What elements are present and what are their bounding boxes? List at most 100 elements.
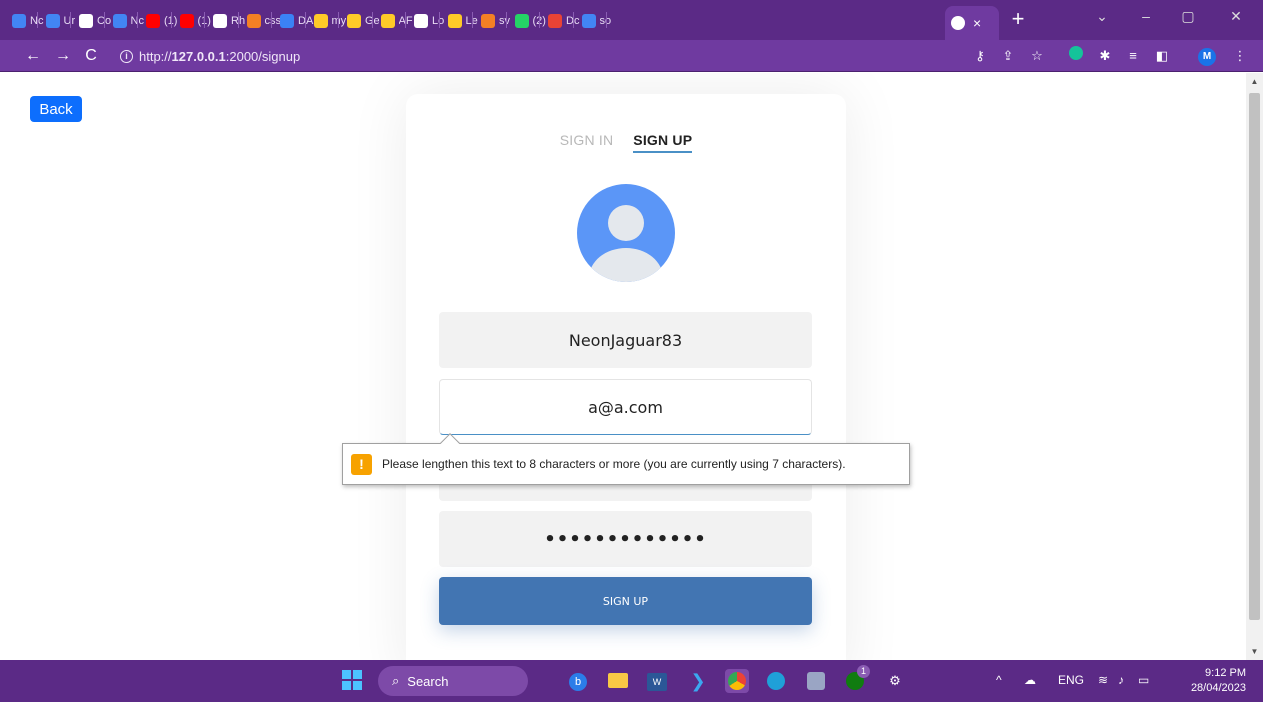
auth-tabs: SIGN IN SIGN UP [406,132,846,153]
tab-separator [572,12,574,28]
scroll-thumb[interactable] [1249,93,1260,620]
file-explorer-icon[interactable] [606,669,630,693]
stackoverflow-icon [246,14,261,28]
tab-separator [36,12,38,28]
email-field[interactable]: a@a.com [439,379,812,435]
photos-icon[interactable] [804,669,828,693]
url-path: :2000/signup [225,48,301,64]
password-field[interactable]: ••••••••••••• [439,511,812,567]
system-clock[interactable]: 9:12 PM 28/04/2023 [1178,666,1246,696]
docs-icon [45,14,60,28]
tab-separator [271,12,272,28]
reload-icon[interactable]: C [80,45,102,67]
chrome-icon[interactable] [725,669,749,693]
key-icon[interactable]: ⚷ [970,46,990,66]
browser-tab[interactable]: so [576,8,616,34]
tab-separator [438,12,440,28]
tab-separator [237,12,239,28]
search-label: Search [407,673,449,689]
extensions-icon[interactable]: ✱ [1095,46,1115,66]
tab-separator [606,12,607,28]
volume-icon[interactable]: ♪ [1118,673,1124,687]
side-panel-icon[interactable]: ◧ [1152,46,1172,66]
tab-separator [405,12,406,28]
vscode-icon[interactable]: ❯ [686,669,710,693]
s-icon [280,14,294,28]
forward-arrow-icon[interactable]: → [52,45,74,67]
tab-separator [539,12,540,28]
tab-sign-in[interactable]: SIGN IN [560,132,614,153]
docs-icon [112,14,127,28]
xbox-badge: 1 [857,665,870,678]
signup-card: SIGN IN SIGN UP NeonJaguar83 a@a.com •••… [406,94,846,660]
tab-search-icon[interactable]: ⌄ [1090,8,1114,25]
globe-icon [951,16,965,30]
grammarly-icon[interactable] [1066,46,1086,66]
menu-kebab-icon[interactable]: ⋮ [1230,46,1250,66]
url-prefix: http:// [139,48,172,64]
bookmark-star-icon[interactable]: ☆ [1027,46,1047,66]
firebase-icon [313,14,328,28]
avatar-body [589,248,663,282]
tab-separator [371,12,373,28]
profile-avatar[interactable]: M [1198,48,1216,66]
tab-separator [472,12,473,28]
share-icon[interactable]: ⇪ [998,46,1018,66]
bing-icon[interactable]: b [566,669,590,693]
reading-list-icon[interactable]: ≡ [1123,46,1143,66]
firebase-icon [347,14,361,28]
stackoverflow-icon [481,14,495,28]
scroll-up-icon[interactable]: ▲ [1250,77,1259,86]
docs-icon [581,14,596,28]
active-tab[interactable]: × [945,6,999,40]
site-info-icon[interactable]: i [120,49,133,63]
word-icon[interactable]: W [645,669,669,693]
edge-icon[interactable] [764,669,788,693]
tab-sign-up[interactable]: SIGN UP [633,132,693,153]
language-indicator[interactable]: ENG [1058,673,1084,687]
settings-gear-icon[interactable]: ⚙ [883,669,907,693]
tab-separator [170,12,172,28]
validation-message: Please lengthen this text to 8 character… [382,457,846,471]
tab-separator [304,12,306,28]
windows-taskbar: ⌕ Search b W ❯ 1 ⚙ ^ ☁ ENG ≋ ♪ ▭ 9:12 PM… [0,660,1263,702]
back-button[interactable]: Back [30,96,82,122]
firebase-icon [447,14,462,28]
tab-separator [103,12,105,28]
close-tab-icon[interactable]: × [973,15,981,31]
signup-button[interactable]: SIGN UP [439,577,812,625]
firebase-icon [380,14,395,28]
tab-separator [70,12,71,28]
url-host: 127.0.0.1 [171,48,226,64]
back-arrow-icon[interactable]: ← [22,45,44,67]
app-icon [213,14,227,28]
vertical-scrollbar[interactable]: ▲ ▼ [1246,73,1263,660]
address-bar[interactable]: i http://127.0.0.1:2000/signup [112,44,960,68]
docs-icon [12,14,26,28]
windows-start-icon[interactable] [340,669,364,693]
minimize-icon[interactable]: – [1134,8,1158,24]
taskbar-search[interactable]: ⌕ Search [378,666,528,696]
xbox-icon[interactable]: 1 [843,665,870,693]
gmail-icon [548,14,562,28]
battery-icon[interactable]: ▭ [1138,673,1149,687]
scroll-down-icon[interactable]: ▼ [1250,647,1259,656]
tab-separator [338,12,339,28]
close-window-icon[interactable]: ✕ [1224,8,1248,25]
show-hidden-icons-icon[interactable]: ^ [996,673,1002,687]
globe-icon [414,14,428,28]
clock-time: 9:12 PM [1205,667,1246,679]
username-field[interactable]: NeonJaguar83 [439,312,812,368]
onedrive-icon[interactable]: ☁ [1024,673,1036,687]
tab-label: so [600,15,616,27]
tab-separator [204,12,205,28]
warning-icon: ! [351,453,372,475]
tab-separator [137,12,138,28]
page-viewport: Back SIGN IN SIGN UP NeonJaguar83 a@a.co… [0,73,1263,660]
restore-icon[interactable]: ▢ [1176,8,1200,25]
browser-toolbar: ← → C i http://127.0.0.1:2000/signup ⚷ ⇪… [0,40,1263,72]
whatsapp-icon [514,14,529,28]
wifi-icon[interactable]: ≋ [1098,673,1108,687]
new-tab-button[interactable]: + [1008,7,1028,31]
clock-date: 28/04/2023 [1190,682,1246,694]
